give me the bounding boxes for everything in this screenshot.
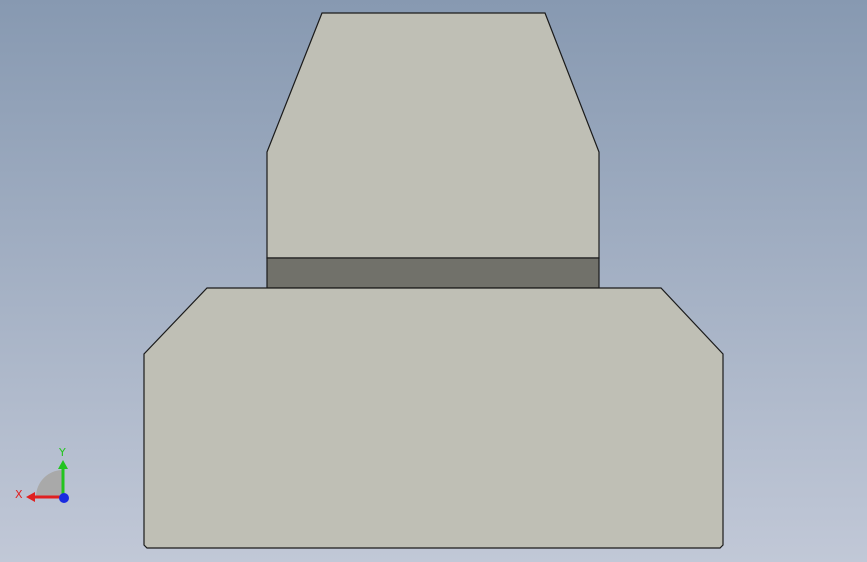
- triad-plane-icon: [36, 470, 63, 497]
- coordinate-triad: Y X: [15, 446, 69, 503]
- z-axis-icon: [59, 493, 69, 503]
- base-block-face[interactable]: [143, 287, 724, 549]
- upper-block-face[interactable]: [266, 12, 600, 259]
- x-arrow-head-icon: [26, 492, 35, 502]
- shaded-band-face[interactable]: [266, 257, 600, 289]
- cad-viewport[interactable]: Y X: [0, 0, 867, 562]
- y-arrow-head-icon: [58, 460, 68, 469]
- y-axis-label: Y: [58, 446, 66, 459]
- x-axis-label: X: [15, 488, 23, 501]
- model-scene[interactable]: Y X: [0, 0, 867, 562]
